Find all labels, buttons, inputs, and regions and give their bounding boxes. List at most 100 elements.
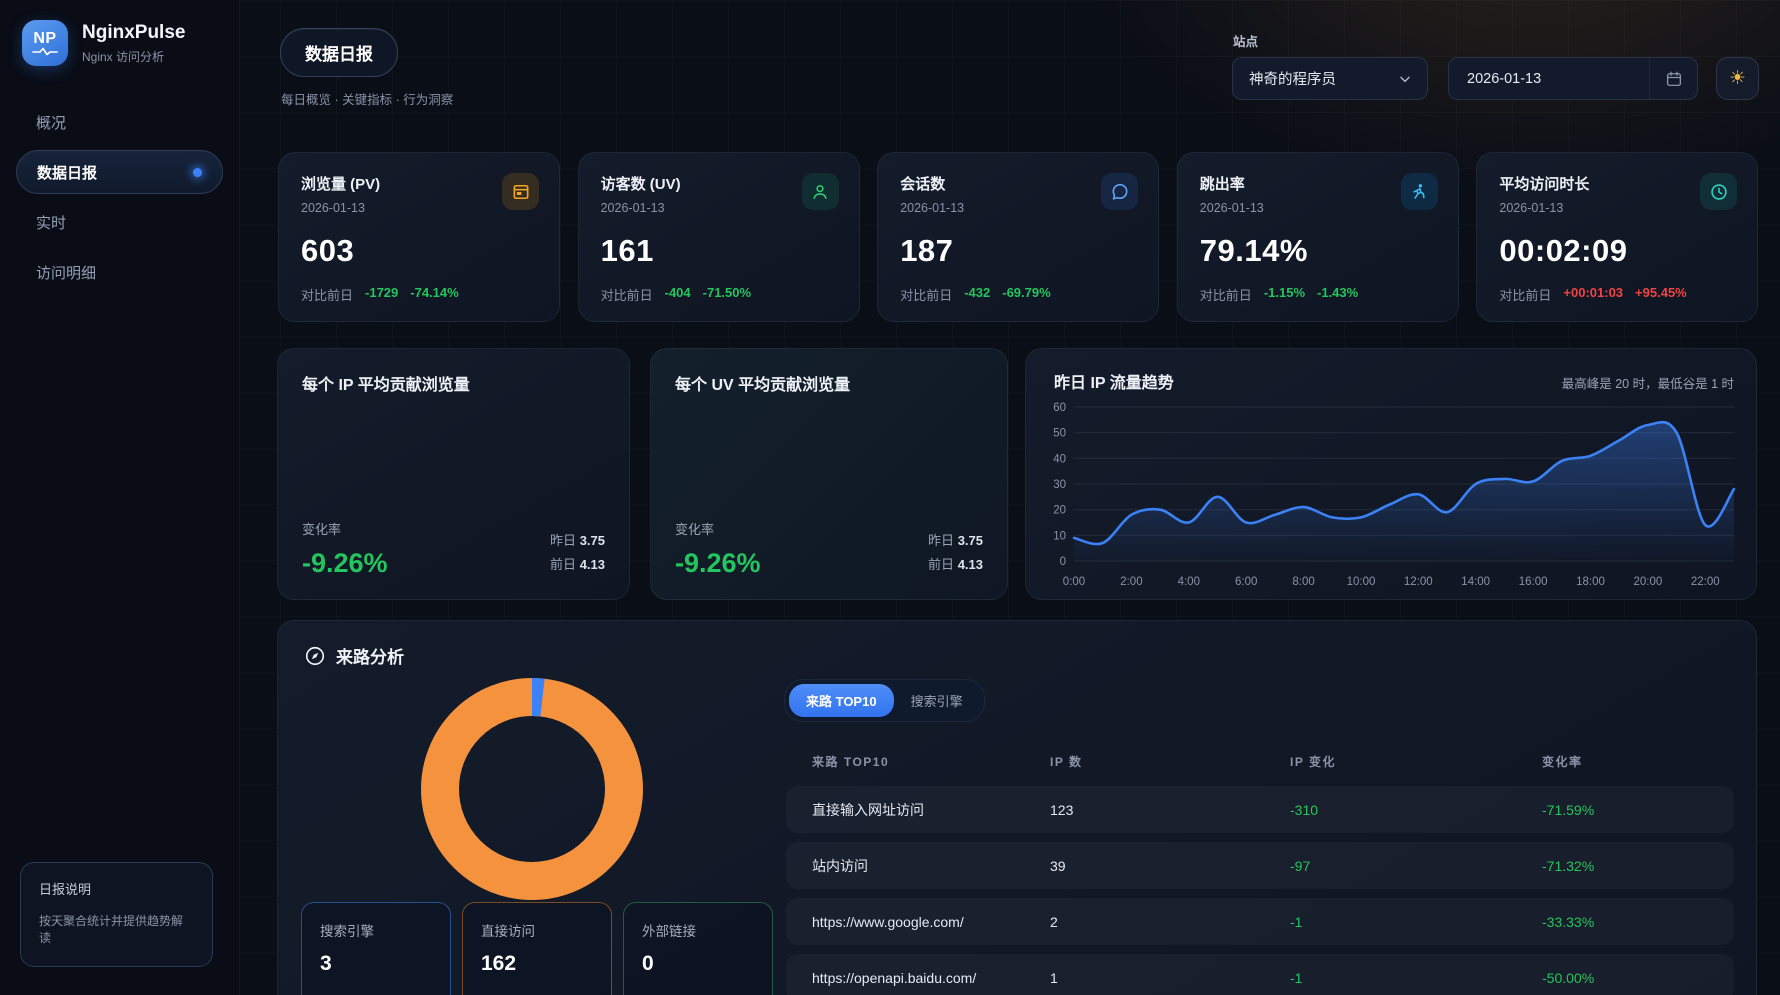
- kpi-delta: -432: [964, 285, 990, 304]
- kpi-title: 跳出率: [1200, 173, 1264, 194]
- svg-text:50: 50: [1053, 428, 1066, 440]
- kpi-value: 00:02:09: [1499, 233, 1737, 269]
- sidebar-note: 日报说明 按天聚合统计并提供趋势解读: [20, 862, 213, 967]
- trend-chart: 01020304050600:002:004:006:008:0010:0012…: [1034, 395, 1750, 600]
- sidebar-item-label: 数据日报: [37, 162, 97, 183]
- svg-text:8:00: 8:00: [1292, 576, 1314, 588]
- stat-card-搜索引擎: 搜索引擎3: [301, 902, 451, 995]
- ip-change-cell: -1: [1290, 970, 1542, 986]
- date-picker[interactable]: 2026-01-13: [1448, 57, 1698, 100]
- svg-text:30: 30: [1053, 479, 1066, 491]
- kpi-card: 访客数 (UV)2026-01-13161对比前日-404-71.50%: [578, 152, 860, 322]
- user-icon: [802, 173, 839, 210]
- kpi-head: 访客数 (UV) 2026-01-13: [601, 173, 839, 215]
- kpi-compare: 对比前日-1.15%-1.43%: [1200, 285, 1438, 304]
- referrer-name-cell: https://www.google.com/: [812, 914, 1050, 930]
- kpi-title: 访客数 (UV): [601, 173, 681, 194]
- referrer-table-header: 来路 TOP10IP 数IP 变化变化率: [786, 753, 1734, 770]
- site-select[interactable]: 神奇的程序员: [1232, 57, 1428, 100]
- stat-value: 0: [642, 952, 754, 976]
- kpi-title-col: 跳出率 2026-01-13: [1200, 173, 1264, 215]
- sun-icon: ☀: [1729, 67, 1746, 90]
- referrer-tabs: 来路 TOP10搜索引擎: [784, 679, 985, 722]
- table-header-cell: 来路 TOP10: [812, 753, 1050, 770]
- trend-chart-card: 昨日 IP 流量趋势 最高峰是 20 时，最低谷是 1 时 0102030405…: [1025, 348, 1757, 600]
- trend-chart-title: 昨日 IP 流量趋势: [1054, 369, 1174, 393]
- kpi-date: 2026-01-13: [1200, 201, 1264, 215]
- kpi-title-col: 浏览量 (PV)2026-01-13: [301, 173, 380, 215]
- ip-change-cell: -1: [1290, 914, 1542, 930]
- referrer-name-cell: 站内访问: [812, 856, 1050, 876]
- svg-text:18:00: 18:00: [1576, 576, 1605, 588]
- sidebar-item-实时[interactable]: 实时: [16, 200, 223, 244]
- tab-来路 TOP10[interactable]: 来路 TOP10: [789, 684, 894, 717]
- kpi-date: 2026-01-13: [1499, 201, 1589, 215]
- referrer-card: 来路分析 搜索引擎3直接访问162外部链接0 来路 TOP10搜索引擎 来路 T…: [277, 620, 1757, 995]
- table-header-cell: IP 数: [1050, 753, 1290, 770]
- referrer-table: 来路 TOP10IP 数IP 变化变化率 直接输入网址访问123-310-71.…: [786, 753, 1734, 995]
- kpi-delta-pct: -71.50%: [703, 285, 751, 304]
- svg-text:0:00: 0:00: [1063, 576, 1085, 588]
- tab-搜索引擎[interactable]: 搜索引擎: [894, 684, 980, 717]
- table-header-cell: 变化率: [1542, 753, 1708, 770]
- svg-text:4:00: 4:00: [1178, 576, 1200, 588]
- clock-icon: [1700, 173, 1737, 210]
- svg-text:10:00: 10:00: [1347, 576, 1376, 588]
- rate-value: -9.26%: [302, 548, 388, 579]
- rate-value: -9.26%: [675, 548, 761, 579]
- theme-toggle-button[interactable]: ☀: [1716, 57, 1759, 100]
- referrer-stat-row: 搜索引擎3直接访问162外部链接0: [301, 902, 773, 995]
- sidebar-note-body: 按天聚合统计并提供趋势解读: [39, 912, 194, 946]
- kpi-date: 2026-01-13: [301, 201, 380, 215]
- kpi-compare: 对比前日-404-71.50%: [601, 285, 839, 304]
- referrer-donut-chart: [416, 673, 648, 905]
- stat-value: 162: [481, 952, 593, 976]
- site-label: 站点: [1233, 31, 1258, 50]
- kpi-title-col: 会话数 2026-01-13: [900, 173, 964, 215]
- runner-icon: [1401, 173, 1438, 210]
- ip-change-cell: -97: [1290, 858, 1542, 874]
- table-row: https://www.google.com/2-1-33.33%: [786, 898, 1734, 945]
- table-row: 直接输入网址访问123-310-71.59%: [786, 786, 1734, 833]
- compass-icon: [304, 645, 326, 667]
- prev-values: 昨日 3.75 前日 4.13: [928, 529, 983, 577]
- rate-cell: -33.33%: [1542, 914, 1708, 930]
- rate-label: 变化率: [675, 519, 761, 538]
- app-subtitle: Nginx 访问分析: [82, 48, 185, 65]
- avg-ip-title: 每个 IP 平均贡献浏览量: [302, 371, 605, 395]
- sidebar-item-访问明细[interactable]: 访问明细: [16, 250, 223, 294]
- kpi-title: 平均访问时长: [1499, 173, 1589, 194]
- kpi-head: 跳出率 2026-01-13: [1200, 173, 1438, 215]
- svg-text:20:00: 20:00: [1634, 576, 1663, 588]
- kpi-card: 跳出率2026-01-1379.14%对比前日-1.15%-1.43%: [1177, 152, 1459, 322]
- kpi-date: 2026-01-13: [900, 201, 964, 215]
- rate-cell: -71.59%: [1542, 802, 1708, 818]
- sidebar-nav: 概况数据日报实时访问明细: [0, 100, 239, 294]
- app-logo: NP: [22, 20, 68, 66]
- referrer-title: 来路分析: [336, 643, 404, 668]
- sidebar-item-概况[interactable]: 概况: [16, 100, 223, 144]
- app-logo-row: NP NginxPulse Nginx 访问分析: [0, 0, 239, 66]
- table-row: 站内访问39-97-71.32%: [786, 842, 1734, 889]
- trend-chart-note: 最高峰是 20 时，最低谷是 1 时: [1562, 373, 1734, 392]
- kpi-title-col: 平均访问时长 2026-01-13: [1499, 173, 1589, 215]
- sidebar-item-label: 访问明细: [36, 262, 96, 283]
- table-header-cell: IP 变化: [1290, 753, 1542, 770]
- sidebar-item-label: 实时: [36, 212, 66, 233]
- kpi-delta-pct: +95.45%: [1635, 285, 1687, 304]
- sidebar-item-数据日报[interactable]: 数据日报: [16, 150, 223, 194]
- chevron-down-icon: [1397, 71, 1413, 87]
- ip-change-cell: -310: [1290, 802, 1542, 818]
- stat-card-直接访问: 直接访问162: [462, 902, 612, 995]
- referrer-name-cell: https://openapi.baidu.com/: [812, 970, 1050, 986]
- svg-text:6:00: 6:00: [1235, 576, 1257, 588]
- kpi-title: 会话数: [900, 173, 964, 194]
- kpi-delta-pct: -69.79%: [1002, 285, 1050, 304]
- app-name: NginxPulse: [82, 22, 185, 44]
- date-value: 2026-01-13: [1467, 71, 1649, 87]
- kpi-date: 2026-01-13: [601, 201, 681, 215]
- svg-text:12:00: 12:00: [1404, 576, 1433, 588]
- ip-count-cell: 1: [1050, 970, 1290, 986]
- prev-values: 昨日 3.75 前日 4.13: [550, 529, 605, 577]
- active-indicator-dot: [193, 168, 202, 177]
